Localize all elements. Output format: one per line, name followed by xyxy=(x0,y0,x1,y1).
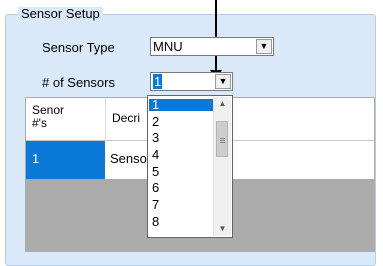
num-sensors-label: # of Sensors xyxy=(42,75,115,90)
chevron-down-icon[interactable]: ▼ xyxy=(215,74,231,89)
cell-sensor-number[interactable]: 1 xyxy=(26,141,105,179)
column-header-description[interactable]: Decri xyxy=(112,112,140,125)
num-sensors-dropdown-list[interactable]: 1 2 3 4 5 6 7 8 ▲ ▼ xyxy=(147,95,233,238)
group-title: Sensor Setup xyxy=(18,7,103,21)
chevron-down-icon[interactable]: ▼ xyxy=(256,39,272,54)
dropdown-option[interactable]: 5 xyxy=(149,165,216,178)
sensor-type-select[interactable]: MNU ▼ xyxy=(150,37,274,56)
scroll-down-arrow-icon[interactable]: ▼ xyxy=(214,222,231,236)
sensor-type-value: MNU xyxy=(153,39,183,54)
dropdown-option[interactable]: 1 xyxy=(149,98,216,111)
num-sensors-select[interactable]: 1 ▼ xyxy=(150,72,233,91)
sensor-type-label: Sensor Type xyxy=(42,40,115,55)
dropdown-option[interactable]: 2 xyxy=(149,115,216,128)
num-sensors-value: 1 xyxy=(153,74,163,89)
column-divider[interactable] xyxy=(105,98,106,140)
scroll-thumb[interactable] xyxy=(216,121,228,157)
dropdown-option[interactable]: 7 xyxy=(149,198,216,211)
grip-icon xyxy=(220,138,225,139)
dropdown-option[interactable]: 6 xyxy=(149,181,216,194)
column-header-number[interactable]: Senor #'s xyxy=(32,104,64,130)
dropdown-option[interactable]: 3 xyxy=(149,131,216,144)
dropdown-option[interactable]: 8 xyxy=(149,215,216,228)
num-sensors-value-text: 1 xyxy=(153,74,163,89)
scroll-up-arrow-icon[interactable]: ▲ xyxy=(214,97,231,111)
dropdown-scrollbar[interactable]: ▲ ▼ xyxy=(213,97,231,236)
dropdown-option[interactable]: 4 xyxy=(149,148,216,161)
